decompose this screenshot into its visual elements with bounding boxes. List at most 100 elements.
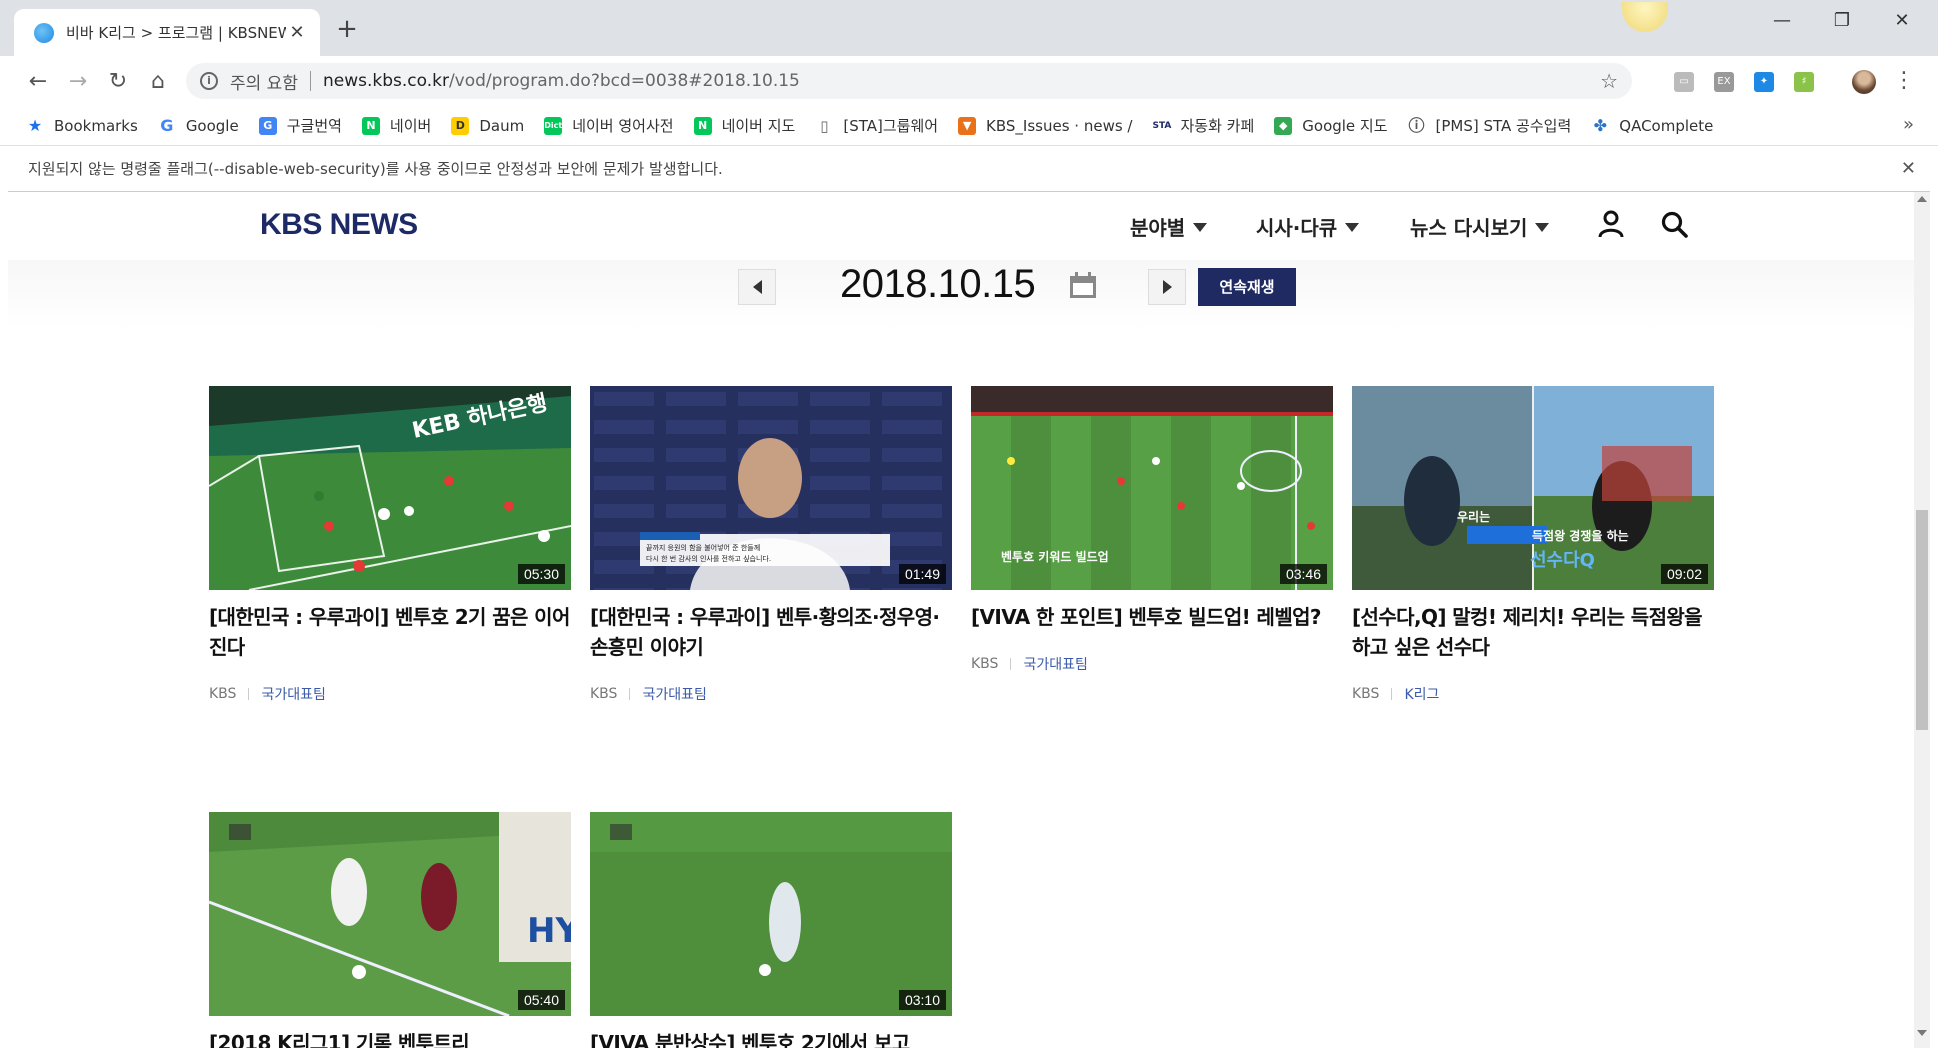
prev-date-button[interactable] — [738, 269, 776, 305]
bookmark-item[interactable]: N 네이버 지도 — [693, 115, 795, 136]
bookmark-label: Daum — [479, 116, 525, 135]
restore-button[interactable]: ❐ — [1822, 10, 1862, 31]
bookmark-item[interactable]: Dict 네이버 영어사전 — [544, 115, 674, 136]
scroll-down-icon[interactable] — [1917, 1030, 1927, 1036]
video-card[interactable]: 끝까지 응원의 함을 불어넣어 준 한들께 다시 한 번 감사의 인사를 전하고… — [590, 386, 952, 704]
bookmark-item[interactable]: ★ Bookmarks — [26, 116, 138, 135]
bookmark-item[interactable]: G Google — [158, 116, 238, 135]
nav-current-affairs[interactable]: 시사·다큐 — [1256, 212, 1360, 241]
video-meta: KBS 국가대표팀 — [590, 684, 952, 704]
bookmark-star-icon[interactable]: ☆ — [1600, 69, 1618, 93]
extension-cast-icon[interactable]: ▭ — [1674, 72, 1694, 92]
back-button[interactable]: ← — [24, 68, 52, 96]
video-category[interactable]: 국가대표팀 — [1023, 654, 1087, 674]
caption-line-2: 득점왕 경쟁을 하는 — [1532, 528, 1629, 543]
video-thumbnail[interactable]: 03:10 — [590, 812, 952, 1016]
forward-button[interactable]: → — [64, 68, 92, 96]
video-category[interactable]: 국가대표팀 — [261, 684, 325, 704]
nav-label: 분야별 — [1130, 216, 1186, 240]
bookmark-item[interactable]: ✤ QAComplete — [1591, 116, 1714, 135]
site-header: KBS NEWS 분야별 시사·다큐 뉴스 다시보기 — [8, 192, 1914, 260]
bookmark-label: [STA]그룹웨어 — [843, 117, 939, 135]
selected-date: 2018.10.15 — [840, 262, 1036, 306]
ad-board-text: HYU — [527, 911, 571, 951]
bookmark-item[interactable]: N 네이버 — [361, 115, 431, 136]
bookmark-item[interactable]: D Daum — [451, 116, 525, 135]
keyword-caption: 벤투호 키워드 빌드업 — [1001, 549, 1109, 564]
browser-menu-icon[interactable]: ⋮ — [1893, 68, 1915, 94]
browser-toolbar: ← → ↻ ⌂ i 주의 요함 news.kbs.co.kr/vod/progr… — [0, 56, 1938, 106]
video-title[interactable]: [VIVA 한 포인트] 벤투호 빌드업! 레벨업? — [971, 602, 1333, 632]
soccer-field-wide-image: 벤투호 키워드 빌드업 — [971, 386, 1333, 590]
video-category[interactable]: 국가대표팀 — [642, 684, 706, 704]
address-bar[interactable]: i 주의 요함 news.kbs.co.kr/vod/program.do?bc… — [186, 63, 1632, 99]
scrollbar-thumb[interactable] — [1916, 510, 1928, 730]
bookmarks-bar: ★ Bookmarks G Google G 구글번역 N 네이버 D Daum Dict… — [0, 106, 1938, 146]
browser-tab-active[interactable]: 비바 K리그 > 프로그램 | KBSNEWS ✕ — [14, 9, 320, 56]
video-card[interactable]: 우리는 득점왕 경쟁을 하는 선수다Q 09:02 [선수다,Q] 말컹! 제리… — [1352, 386, 1714, 704]
site-info-icon[interactable]: i — [200, 72, 218, 90]
video-title[interactable]: [2018 K리그1] 기록 벤투트리 — [209, 1028, 571, 1048]
video-duration: 09:02 — [1660, 564, 1708, 584]
url-path: /vod/program.do?bcd=0038#2018.10.15 — [448, 71, 800, 91]
video-title[interactable]: [대한민국 : 우루과이] 벤투·황의조·정우영·손흥민 이야기 — [590, 602, 952, 662]
meta-divider — [1391, 688, 1393, 700]
search-icon[interactable] — [1660, 210, 1688, 238]
bookmark-item[interactable]: STA 자동화 카페 — [1152, 115, 1254, 136]
minimize-button[interactable]: — — [1762, 10, 1802, 31]
tab-close-icon[interactable]: ✕ — [286, 22, 308, 43]
video-thumbnail[interactable]: KEB 하나은행 05:30 — [209, 386, 571, 590]
close-window-button[interactable]: ✕ — [1882, 10, 1922, 31]
reload-button[interactable]: ↻ — [104, 68, 132, 96]
extension-ex-icon[interactable]: EX — [1714, 72, 1734, 92]
profile-avatar[interactable] — [1852, 70, 1876, 94]
bookmark-label: 네이버 영어사전 — [572, 117, 674, 135]
bookmarks-overflow-icon[interactable]: » — [1903, 114, 1914, 135]
arrow-right-icon — [1162, 280, 1172, 294]
caret-down-icon — [1345, 223, 1360, 232]
subtitle-line-1: 끝까지 응원의 함을 불어넣어 준 한들께 — [646, 543, 760, 552]
bookmark-item[interactable]: G 구글번역 — [258, 115, 342, 136]
scroll-up-icon[interactable] — [1917, 196, 1927, 202]
video-card[interactable]: KEB 하나은행 05:30 [대한민국 : 우루과이] 벤투호 2기 꿈은 이… — [209, 386, 571, 704]
page-viewport: KBS NEWS 분야별 시사·다큐 뉴스 다시보기 2018.10.15 연속… — [8, 192, 1914, 1048]
video-category[interactable]: K리그 — [1404, 684, 1439, 704]
nav-label: 뉴스 다시보기 — [1410, 216, 1528, 240]
subtitle-line-2: 다시 한 번 감사의 인사를 전하고 싶습니다. — [646, 554, 771, 563]
new-tab-button[interactable]: + — [332, 14, 362, 44]
bookmark-item[interactable]: ▯ [STA]그룹웨어 — [815, 115, 938, 136]
infobar-close-icon[interactable]: ✕ — [1901, 158, 1916, 179]
extension-ladder-icon[interactable]: ♯ — [1794, 72, 1814, 92]
page-icon: ▯ — [820, 116, 829, 135]
video-thumbnail[interactable]: 벤투호 키워드 빌드업 03:46 — [971, 386, 1333, 590]
video-meta: KBS 국가대표팀 — [209, 684, 571, 704]
autoplay-button[interactable]: 연속재생 — [1198, 268, 1296, 306]
naver-icon: N — [361, 116, 380, 135]
nav-category[interactable]: 분야별 — [1130, 212, 1208, 241]
page-scrollbar[interactable] — [1914, 192, 1930, 1048]
bookmark-label: 자동화 카페 — [1180, 117, 1255, 135]
nav-news-replay[interactable]: 뉴스 다시보기 — [1410, 212, 1550, 241]
extension-arrow-icon[interactable]: ✦ — [1754, 72, 1774, 92]
video-title[interactable]: [VIVA 분반상수] 벤투호 2기에서 보고 — [590, 1028, 952, 1048]
bookmark-item[interactable]: ⓘ [PMS] STA 공수입력 — [1408, 115, 1572, 136]
kbs-news-logo[interactable]: KBS NEWS — [260, 208, 418, 242]
video-thumbnail[interactable]: HYU 05:40 — [209, 812, 571, 1016]
video-thumbnail[interactable]: 우리는 득점왕 경쟁을 하는 선수다Q 09:02 — [1352, 386, 1714, 590]
url-text[interactable]: news.kbs.co.kr/vod/program.do?bcd=0038#2… — [323, 71, 1600, 91]
bookmark-item[interactable]: ◆ Google 지도 — [1274, 115, 1388, 136]
video-title[interactable]: [선수다,Q] 말컹! 제리치! 우리는 득점왕을 하고 싶은 선수다 — [1352, 602, 1714, 662]
video-card[interactable]: 벤투호 키워드 빌드업 03:46 [VIVA 한 포인트] 벤투호 빌드업! … — [971, 386, 1333, 674]
video-card[interactable]: 03:10 [VIVA 분반상수] 벤투호 2기에서 보고 — [590, 812, 952, 1048]
video-card[interactable]: HYU 05:40 [2018 K리그1] 기록 벤투트리 — [209, 812, 571, 1048]
tab-strip: 비바 K리그 > 프로그램 | KBSNEWS ✕ + — ❐ ✕ — [0, 0, 1938, 56]
url-host: news.kbs.co.kr — [322, 71, 449, 91]
calendar-icon[interactable] — [1068, 272, 1098, 300]
bookmark-label: QAComplete — [1619, 116, 1714, 135]
bookmark-item[interactable]: ▼ KBS_Issues · news / — [958, 116, 1132, 135]
home-button[interactable]: ⌂ — [144, 68, 172, 96]
video-title[interactable]: [대한민국 : 우루과이] 벤투호 2기 꿈은 이어진다 — [209, 602, 571, 662]
video-thumbnail[interactable]: 끝까지 응원의 함을 불어넣어 준 한들께 다시 한 번 감사의 인사를 전하고… — [590, 386, 952, 590]
user-icon[interactable] — [1598, 210, 1624, 238]
next-date-button[interactable] — [1148, 269, 1186, 305]
